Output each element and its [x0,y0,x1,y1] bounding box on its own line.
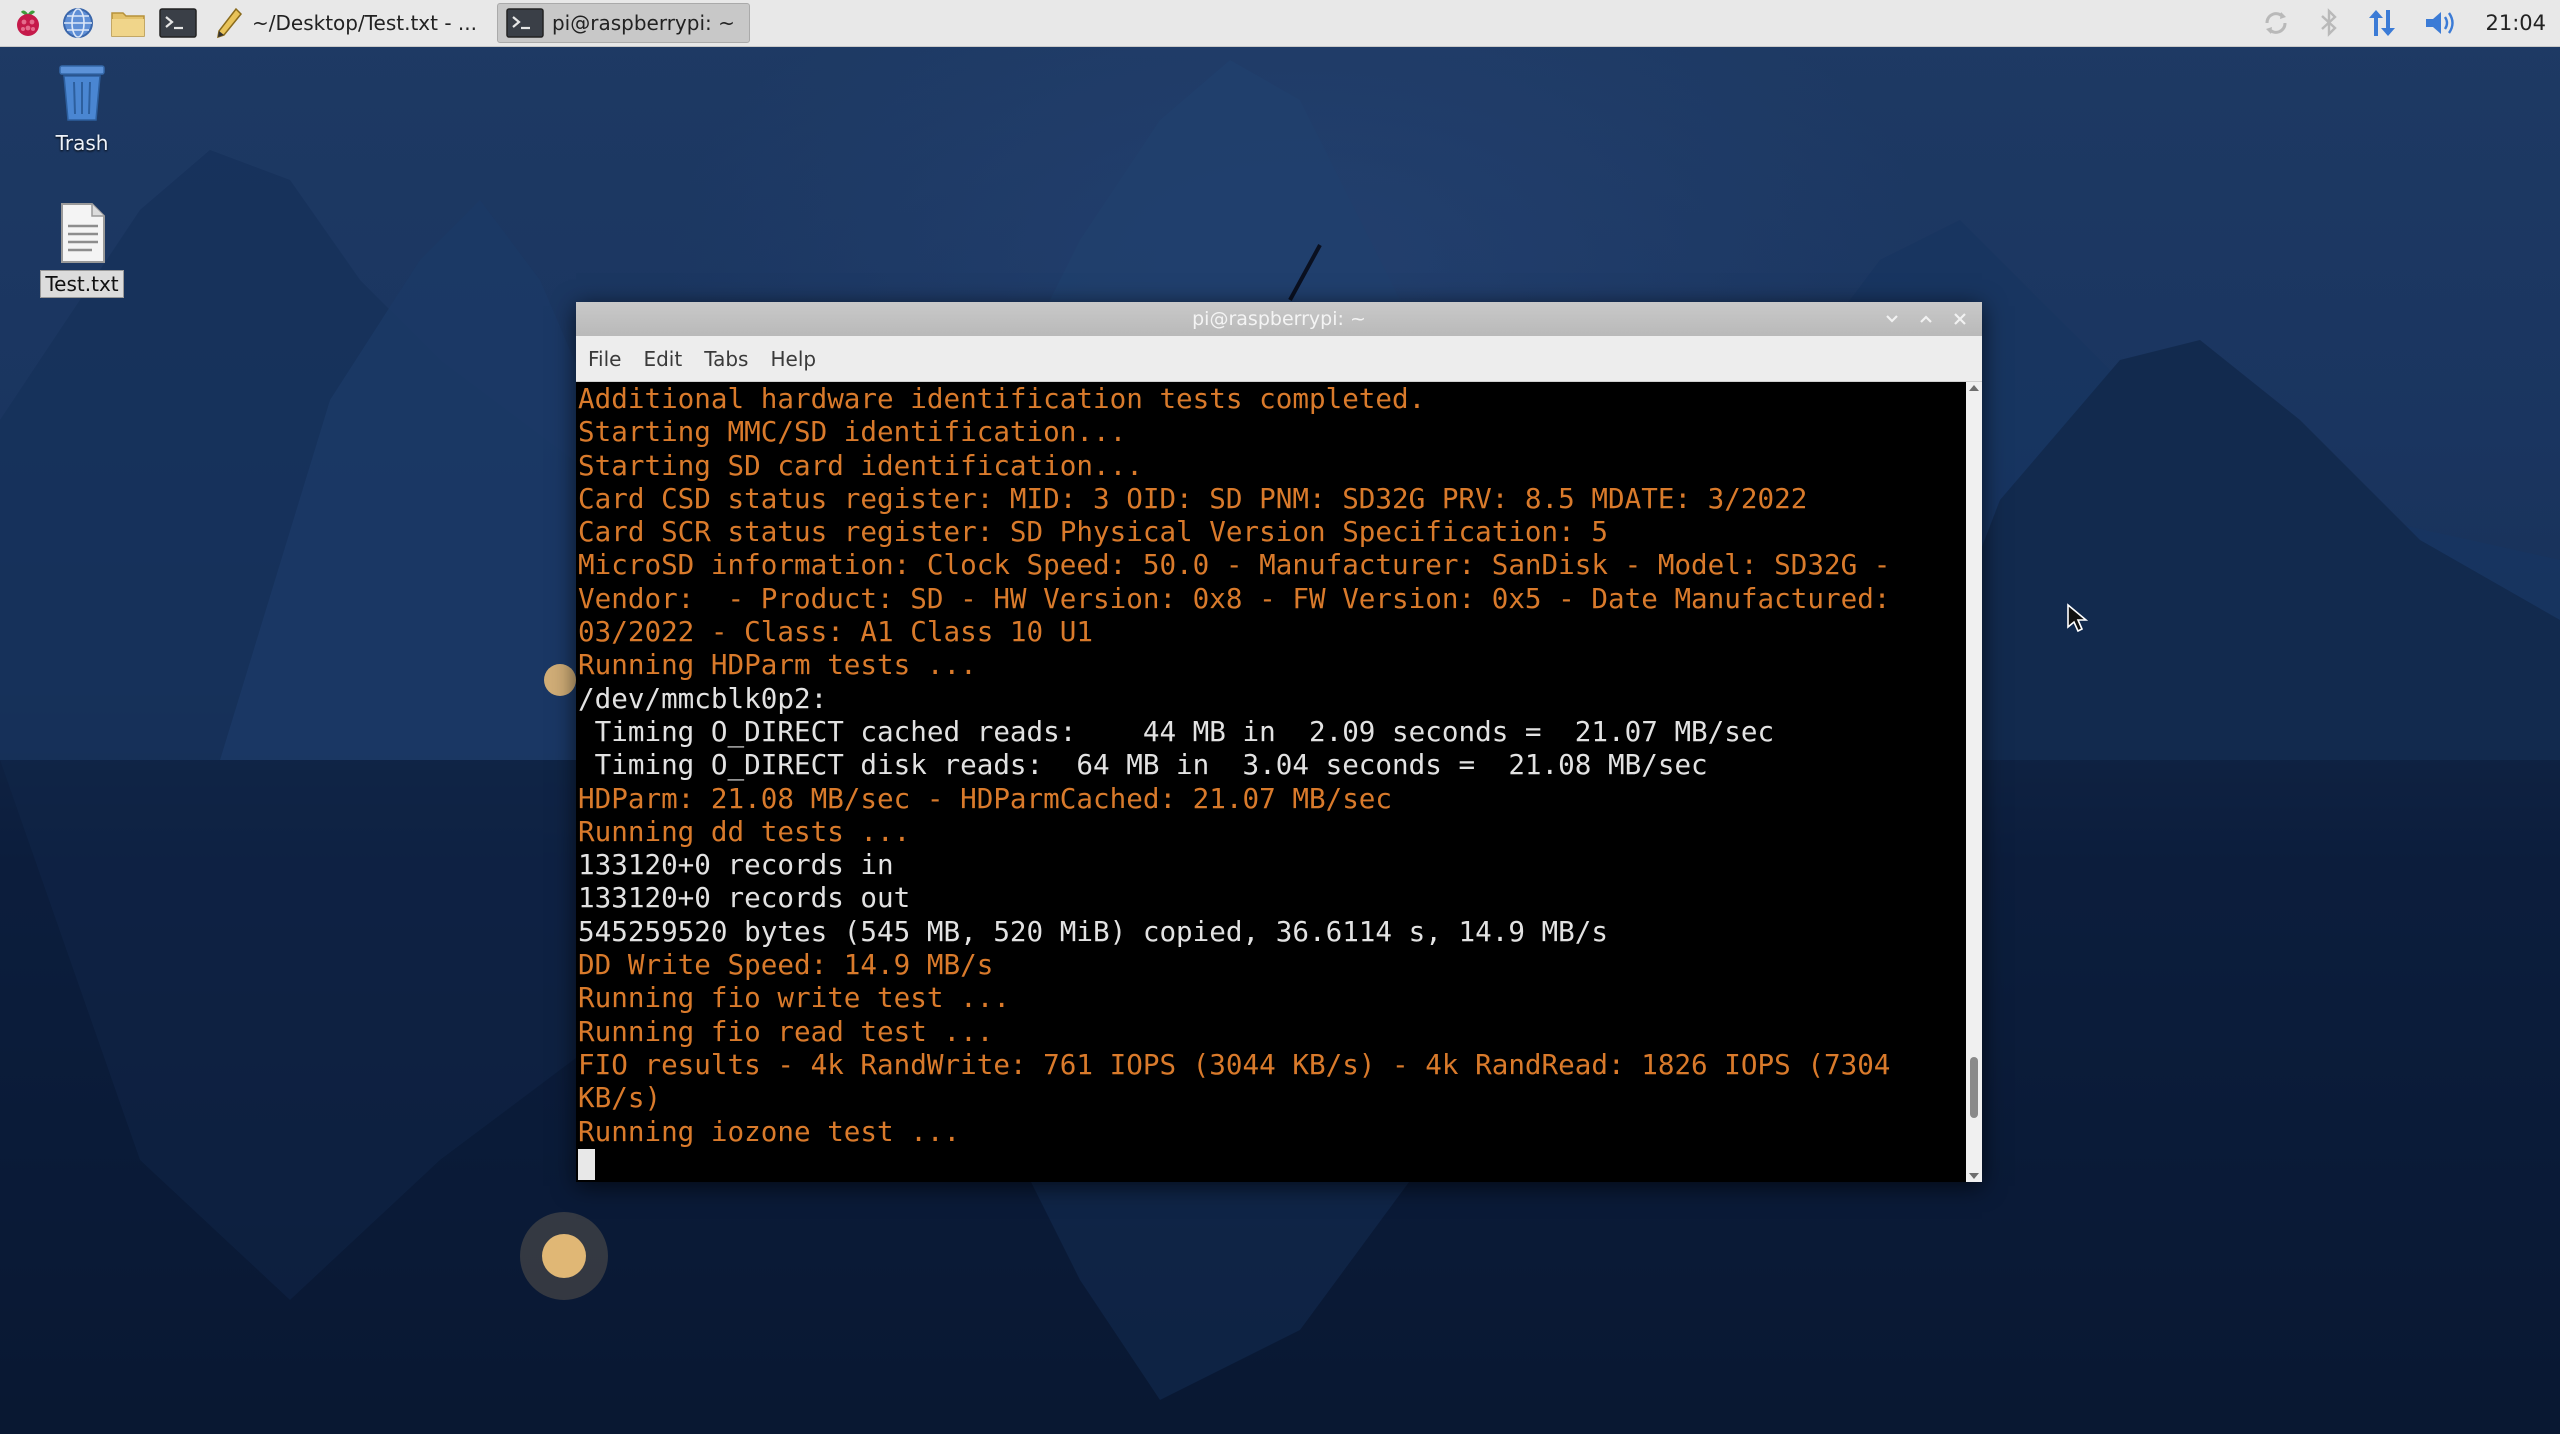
clock[interactable]: 21:04 [2485,11,2546,35]
bluetooth-icon[interactable] [2317,6,2341,40]
scrollbar-thumb[interactable] [1970,1056,1978,1119]
terminal-output-area[interactable]: Additional hardware identification tests… [576,382,1966,1182]
desktop-icon-label: Test.txt [40,270,124,298]
terminal-scrollbar[interactable] [1966,382,1982,1182]
network-icon[interactable] [2365,6,2399,40]
desktop-icon-label: Trash [55,131,109,155]
terminal-line: Running dd tests ... [578,814,911,848]
terminal-line: Additional hardware identification tests… [578,382,1426,415]
terminal-line: Running iozone test ... [578,1114,961,1148]
terminal-line: KB/s) [578,1081,662,1115]
terminal-line: Timing O_DIRECT disk reads: 64 MB in 3.0… [578,748,1708,782]
terminal-launcher[interactable] [156,3,200,43]
raspberry-logo-icon [17,10,39,36]
terminal-line: Card CSD status register: MID: 3 OID: SD… [578,481,1808,515]
volume-icon[interactable] [2423,6,2461,40]
window-controls [1884,302,1968,336]
menu-tabs[interactable]: Tabs [702,343,750,375]
terminal-line: DD Write Speed: 14.9 MB/s [578,948,994,982]
terminal-line: 03/2022 - Class: A1 Class 10 U1 [578,615,1093,649]
scroll-up-arrow-icon[interactable] [1969,385,1979,391]
raspberry-menu-button[interactable] [6,3,50,43]
system-tray: 21:04 [2259,0,2546,46]
terminal-line: 545259520 bytes (545 MB, 520 MiB) copied… [578,914,1608,948]
taskbar-button-text-editor[interactable]: ~/Desktop/Test.txt - ... [206,3,491,43]
maximize-icon[interactable] [1918,311,1934,327]
desktop-icon-test-txt[interactable]: Test.txt [22,202,142,298]
menu-edit[interactable]: Edit [641,343,684,375]
sync-icon[interactable] [2259,6,2293,40]
terminal-output: Additional hardware identification tests… [576,382,1966,1181]
trash-icon [59,65,105,121]
menu-help[interactable]: Help [768,343,818,375]
pencil-icon [217,7,243,39]
globe-icon [63,8,93,38]
desktop[interactable]: ~/Desktop/Test.txt - ... pi@raspberrypi:… [0,0,2560,1434]
terminal-line: Running fio write test ... [578,981,1010,1015]
terminal-line: Running HDParm tests ... [578,648,977,682]
top-panel: ~/Desktop/Test.txt - ... pi@raspberrypi:… [0,0,2560,47]
terminal-line: 133120+0 records out [578,881,911,915]
terminal-line: Timing O_DIRECT cached reads: 44 MB in 2… [578,714,1775,748]
window-title: pi@raspberrypi: ~ [1192,308,1366,330]
scroll-down-arrow-icon[interactable] [1969,1173,1979,1179]
minimize-icon[interactable] [1884,311,1900,327]
menu-file[interactable]: File [586,343,623,375]
terminal-line: Card SCR status register: SD Physical Ve… [578,515,1608,549]
terminal-line: MicroSD information: Clock Speed: 50.0 -… [578,548,1891,582]
window-titlebar[interactable]: pi@raspberrypi: ~ [576,302,1982,336]
web-browser-launcher[interactable] [56,3,100,43]
mouse-pointer-icon [2067,603,2088,633]
taskbar-label-text-editor: ~/Desktop/Test.txt - ... [252,11,477,35]
text-file-icon [61,203,105,263]
terminal-line: FIO results - 4k RandWrite: 761 IOPS (30… [578,1047,1891,1081]
terminal-prompt-line [578,1148,1966,1181]
file-manager-launcher[interactable] [106,3,150,43]
terminal-line: /dev/mmcblk0p2: [578,681,828,715]
terminal-icon [506,8,544,38]
terminal-cursor [578,1148,595,1180]
terminal-line: Vendor: - Product: SD - HW Version: 0x8 … [578,581,1891,615]
terminal-line: Running fio read test ... [578,1014,994,1048]
terminal-line: 133120+0 records in [578,848,894,882]
close-icon[interactable] [1952,311,1968,327]
terminal-line: HDParm: 21.08 MB/sec - HDParmCached: 21.… [578,781,1393,815]
terminal-line: Starting MMC/SD identification... [578,415,1127,449]
folder-icon [111,12,145,37]
taskbar-label-terminal: pi@raspberrypi: ~ [551,11,735,35]
terminal-icon [159,8,197,38]
terminal-window[interactable]: pi@raspberrypi: ~ File Edit Tabs Help Ad… [576,302,1982,1182]
desktop-icon-trash[interactable]: Trash [22,62,142,156]
terminal-line: Starting SD card identification... [578,448,1143,482]
terminal-menubar: File Edit Tabs Help [576,336,1982,382]
taskbar-button-terminal[interactable]: pi@raspberrypi: ~ [496,3,750,43]
